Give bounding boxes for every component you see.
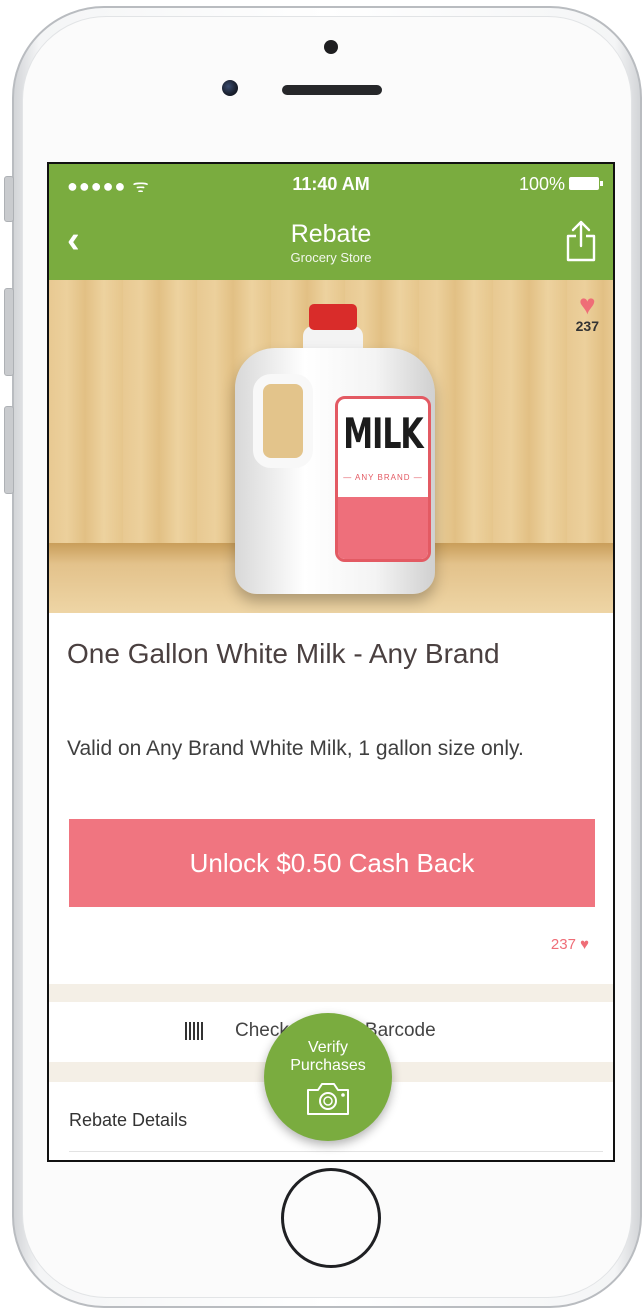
nav-title: Rebate	[290, 220, 372, 248]
share-icon[interactable]	[565, 220, 597, 262]
heart-icon: ♥	[579, 289, 596, 320]
jug-cap	[309, 304, 357, 330]
status-bar: ●●●●● ᯤ 11:40 AM 100%	[49, 174, 613, 196]
verify-purchases-button[interactable]: Verify Purchases	[264, 1013, 392, 1141]
rebate-details-label: Rebate Details	[69, 1110, 188, 1130]
likes-count: 237	[550, 936, 576, 953]
earpiece-speaker	[282, 85, 382, 95]
battery-percent: 100%	[518, 174, 565, 194]
label-brand: — ANY BRAND —	[343, 473, 423, 482]
jug-label: MILK — ANY BRAND —	[335, 396, 431, 562]
label-word: MILK	[343, 410, 423, 459]
nav-subtitle: Grocery Store	[290, 250, 372, 265]
row-separator	[69, 1151, 603, 1152]
volume-down-button	[4, 406, 14, 494]
likes-indicator[interactable]: 237 ♥	[551, 936, 589, 953]
volume-up-button	[4, 288, 14, 376]
front-camera	[222, 80, 238, 96]
favorite-count: 237	[575, 318, 599, 334]
proximity-sensor	[324, 40, 338, 54]
unlock-cash-back-button[interactable]: Unlock $0.50 Cash Back	[69, 819, 595, 907]
battery-icon	[569, 177, 603, 190]
verify-label-line1: Verify	[307, 1039, 348, 1056]
product-description: Valid on Any Brand White Milk, 1 gallon …	[67, 737, 524, 760]
app-screen: ●●●●● ᯤ 11:40 AM 100% ‹ Rebate Grocery S…	[47, 162, 615, 1162]
milk-jug-image: MILK — ANY BRAND —	[235, 304, 435, 594]
camera-icon	[307, 1083, 349, 1115]
favorite-button[interactable]: ♥ 237	[575, 289, 599, 335]
home-button[interactable]	[281, 1168, 381, 1268]
product-title: One Gallon White Milk - Any Brand	[67, 638, 500, 669]
section-divider	[49, 984, 613, 1002]
jug-handle	[253, 374, 313, 468]
barcode-icon	[185, 1022, 205, 1040]
verify-label-line2: Purchases	[290, 1057, 366, 1074]
heart-icon: ♥	[580, 936, 589, 953]
mute-switch	[4, 176, 14, 222]
label-stripe	[338, 497, 428, 559]
product-image: ♥ 237 MILK — ANY BRAND —	[49, 280, 613, 613]
nav-bar: ●●●●● ᯤ 11:40 AM 100% ‹ Rebate Grocery S…	[49, 164, 613, 280]
